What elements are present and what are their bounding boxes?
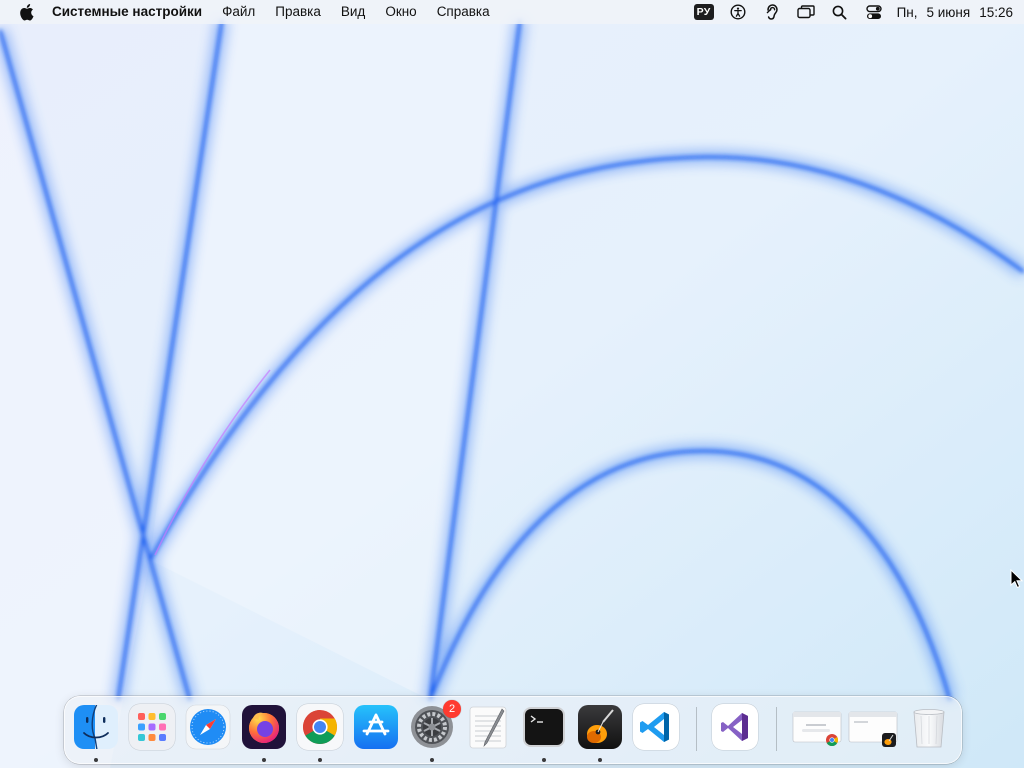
mouse-cursor-icon [1010,569,1024,589]
dock-item-launchpad[interactable] [129,704,175,750]
dock-item-recent-garageband-window[interactable] [848,704,900,750]
menu-edit[interactable]: Правка [275,0,321,24]
firefox-icon [242,705,286,749]
clock-date: 5 июня [926,4,971,20]
clock-time: 15:26 [979,4,1013,20]
apple-logo-icon[interactable] [18,0,36,24]
dock-item-app-store[interactable] [353,704,399,750]
garageband-window-thumbnail [848,711,898,747]
running-indicator [262,758,266,762]
control-center-icon[interactable] [857,0,891,24]
input-language-badge: РУ [693,4,714,20]
visual-studio-icon [721,713,748,741]
running-indicator [318,758,322,762]
dock-item-vscode[interactable] [633,704,679,750]
dock-item-textedit[interactable] [465,704,511,750]
dock-item-chrome[interactable] [297,704,343,750]
menu-bar-clock[interactable]: Пн, 5 июня 15:26 [897,5,1013,20]
menu-file[interactable]: Файл [222,0,255,24]
menu-window[interactable]: Окно [385,0,416,24]
dock-item-firefox[interactable] [241,704,287,750]
notification-badge: 2 [443,700,461,718]
input-language-menu[interactable]: РУ [687,0,721,24]
dock-item-terminal[interactable] [521,704,567,750]
app-store-icon [354,705,398,749]
terminal-icon [523,707,565,747]
chrome-window-thumbnail [792,711,842,747]
vscode-icon [640,712,669,742]
safari-icon [185,704,231,750]
dock-separator [696,707,697,751]
accessibility-icon[interactable] [721,0,755,24]
textedit-icon [469,706,507,749]
trash-icon [913,709,945,748]
dock-item-safari[interactable] [185,704,231,750]
desktop-wallpaper [0,0,1024,768]
launchpad-icon [138,713,166,741]
screen-mirroring-icon[interactable] [789,0,823,24]
spotlight-search-icon[interactable] [823,0,857,24]
running-indicator [598,758,602,762]
dock: 2 [64,696,962,764]
menu-help[interactable]: Справка [437,0,490,24]
running-indicator [542,758,546,762]
running-indicator [430,758,434,762]
finder-icon [74,705,118,749]
app-name-menu[interactable]: Системные настройки [52,0,202,24]
menu-view[interactable]: Вид [341,0,365,24]
menu-bar: Системные настройки Файл Правка Вид Окно… [0,0,1024,24]
dock-item-visual-studio[interactable] [712,704,758,750]
dock-item-system-preferences[interactable]: 2 [409,700,461,750]
dock-item-recent-chrome-window[interactable] [792,704,842,750]
dock-item-garageband[interactable] [577,704,623,750]
dock-item-finder[interactable] [73,704,119,750]
hearing-icon[interactable] [755,0,789,24]
garageband-icon [578,705,622,749]
chrome-icon [303,710,337,744]
running-indicator [94,758,98,762]
clock-day: Пн, [896,4,918,20]
dock-separator [776,707,777,751]
dock-item-trash[interactable] [906,704,952,750]
